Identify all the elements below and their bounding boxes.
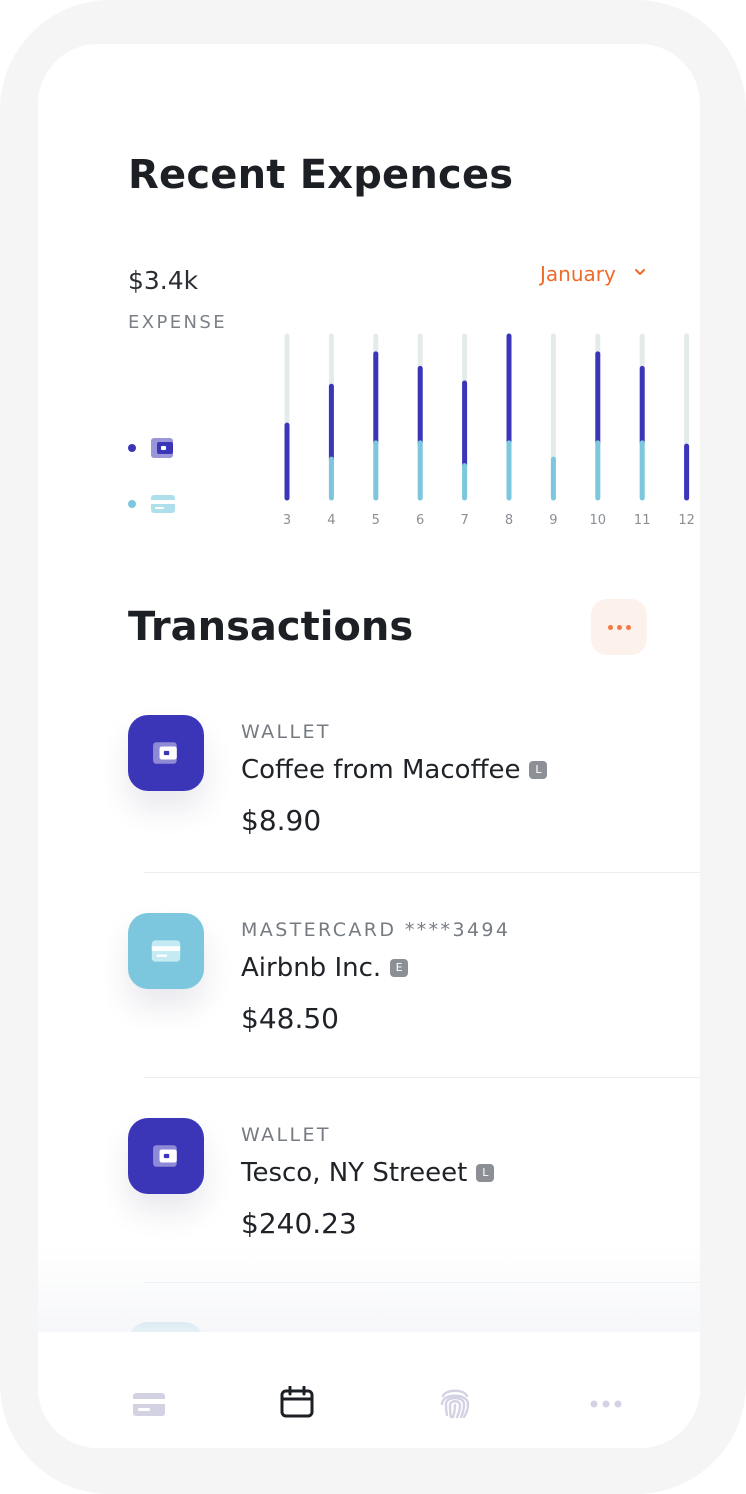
transaction-source: MASTERCARD ****3494 [241,919,511,941]
wallet-icon [151,438,173,458]
nav-security[interactable] [435,1382,475,1422]
credit-card-icon [133,1393,165,1416]
transaction-icon-wallet[interactable] [128,1118,204,1194]
transaction-name-text: Tesco, NY Streeet [241,1158,468,1188]
chart-x-tick-label: 9 [549,513,557,528]
wallet-icon [153,742,177,764]
transaction-amount: $48.50 [241,1002,339,1035]
chevron-down-icon[interactable] [632,264,648,280]
transaction-name[interactable]: Tesco, NY Streeet L [241,1158,495,1188]
transaction-name[interactable]: Airbnb Inc. E [241,953,409,983]
divider [144,1077,700,1078]
transaction-tag: L [529,761,548,779]
transaction-name[interactable]: Coffee from Macoffee L [241,755,548,785]
expense-bar-chart: 3 4 5 6 7 8 9 10 11 12 [283,333,695,528]
fingerprint-icon [440,1389,470,1419]
transaction-amount: $8.90 [241,804,322,837]
legend-dot-card [128,500,136,508]
credit-card-icon [151,495,175,513]
chart-x-tick-label: 4 [327,513,335,528]
more-horizontal-icon [590,1400,622,1408]
chart-x-tick-label: 3 [283,513,291,528]
dot-icon [607,624,613,630]
wallet-icon [153,1145,177,1167]
chart-x-tick-label: 10 [590,513,607,528]
chart-x-tick-label: 8 [505,513,513,528]
nav-more[interactable] [586,1384,626,1424]
app-screen: Recent Expences $3.4k EXPENSE January 3 4… [38,44,700,1448]
chart-x-tick-label: 11 [634,513,651,528]
divider [144,872,700,873]
credit-card-icon [151,940,181,962]
bottom-nav [38,1332,700,1448]
chart-x-tick-label: 5 [372,513,380,528]
transaction-icon-wallet[interactable] [128,715,204,791]
transactions-more-button[interactable] [591,599,647,655]
nav-calendar[interactable] [277,1382,317,1422]
page-title: Recent Expences [128,152,514,198]
transaction-name-text: Coffee from Macoffee [241,755,521,785]
legend-dot-wallet [128,444,136,452]
chart-x-tick-label: 12 [678,513,695,528]
transaction-tag: E [390,959,409,977]
expense-label: EXPENSE [128,312,227,333]
month-selector[interactable]: January [540,262,616,286]
calendar-icon [280,1386,314,1418]
transaction-tag: L [476,1164,495,1182]
transaction-name-text: Airbnb Inc. [241,953,382,983]
transaction-icon-card[interactable] [128,913,204,989]
transactions-title: Transactions [128,604,414,650]
phone-frame: Recent Expences $3.4k EXPENSE January 3 4… [0,0,746,1494]
chart-x-tick-label: 6 [416,513,424,528]
transaction-source: WALLET [241,721,331,743]
scroll-fade [38,1244,700,1334]
dot-icon [625,624,631,630]
nav-cards[interactable] [129,1384,169,1424]
chart-x-tick-label: 7 [460,513,468,528]
expense-amount: $3.4k [128,266,199,295]
transaction-amount: $240.23 [241,1207,357,1240]
dot-icon [616,624,622,630]
transaction-source: WALLET [241,1124,331,1146]
